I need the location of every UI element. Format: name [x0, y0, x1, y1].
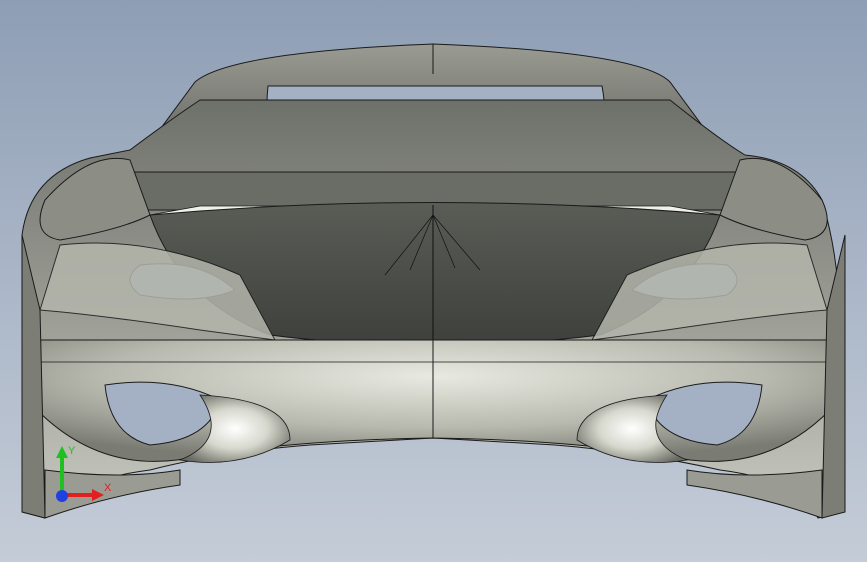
3d-viewport[interactable]: Y X — [0, 0, 867, 562]
x-axis-label: X — [104, 482, 112, 494]
coordinate-triad: Y X — [56, 445, 112, 502]
car-front-model[interactable] — [0, 0, 867, 562]
z-axis-dot — [56, 490, 68, 502]
y-axis-label: Y — [68, 445, 76, 457]
